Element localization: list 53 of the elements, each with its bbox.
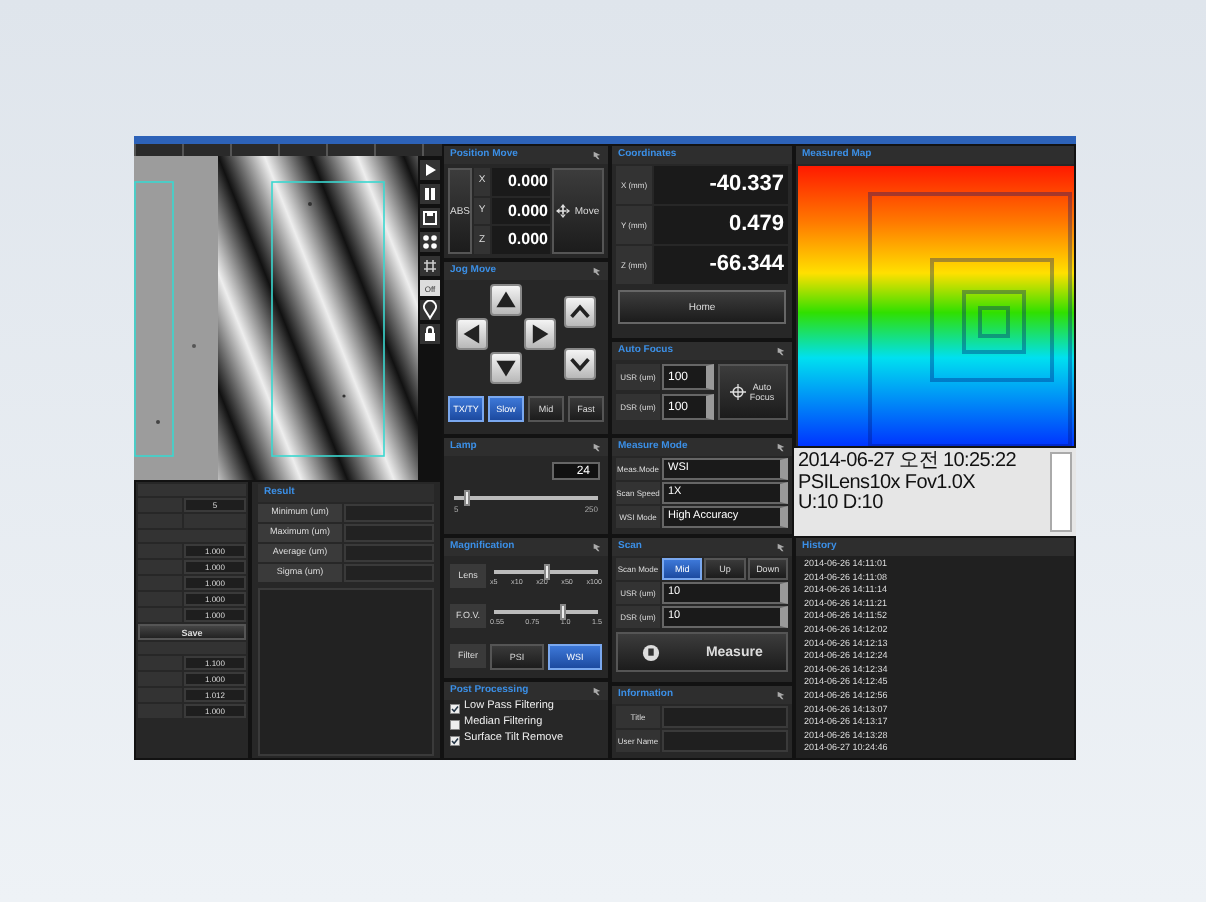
jog-right-button[interactable] (524, 318, 556, 350)
coordinate-value: -40.337 (654, 166, 788, 204)
pushpin-icon[interactable] (776, 346, 786, 356)
measurement-info-text: U:10 D:10 (798, 494, 885, 515)
measurement-info-text: 2014-06-27 오전 10:25:22 PSILens10x Fov1.0X (798, 452, 1019, 494)
measure-icon (641, 643, 660, 661)
pushpin-icon[interactable] (776, 542, 786, 552)
right-triangle-icon (528, 322, 552, 346)
coordinate-value: 0.479 (654, 206, 788, 244)
input-field[interactable] (662, 706, 788, 728)
result-value-field (344, 544, 434, 562)
up-triangle-icon (494, 288, 518, 312)
jog-down-button[interactable] (490, 352, 522, 384)
pushpin-icon[interactable] (592, 542, 602, 552)
grid-icon[interactable] (420, 256, 440, 276)
pushpin-icon[interactable] (592, 150, 602, 160)
position-value-field[interactable]: 0.000 (492, 197, 550, 225)
slider-thumb[interactable] (560, 604, 567, 621)
pushpin-icon[interactable] (776, 690, 786, 700)
checkbox[interactable] (450, 703, 460, 713)
position-value-field[interactable]: 0.000 (492, 226, 550, 255)
jog-left-button[interactable] (456, 318, 488, 350)
preview-thumbnail (1050, 452, 1072, 532)
pushpin-icon[interactable] (592, 442, 602, 452)
up-chevron-icon (568, 300, 592, 324)
location-pin-icon[interactable] (420, 300, 440, 320)
checkbox[interactable] (450, 735, 460, 745)
z-up-button[interactable] (564, 296, 596, 328)
lock-icon[interactable] (420, 324, 440, 344)
pushpin-icon[interactable] (776, 442, 786, 452)
down-triangle-icon (494, 356, 518, 380)
left-triangle-icon (460, 322, 484, 346)
result-value-field (344, 524, 434, 542)
result-value-field (344, 564, 434, 582)
four-dots-icon[interactable] (420, 232, 440, 252)
input-field[interactable] (662, 730, 788, 752)
play-icon[interactable] (420, 160, 440, 180)
save-icon[interactable] (420, 208, 440, 228)
magnification-slider[interactable] (494, 610, 598, 615)
move-cross-icon (556, 204, 571, 218)
slider-thumb[interactable] (463, 490, 470, 506)
coordinate-value: -66.344 (654, 246, 788, 284)
pause-icon[interactable] (420, 184, 440, 204)
slider-thumb[interactable] (543, 564, 549, 581)
jog-up-button[interactable] (490, 284, 522, 316)
down-chevron-icon (568, 352, 592, 376)
z-down-button[interactable] (564, 348, 596, 380)
checkbox[interactable] (450, 719, 460, 729)
magnification-slider[interactable] (494, 570, 598, 575)
position-value-field[interactable]: 0.000 (492, 168, 550, 196)
pushpin-icon[interactable] (592, 266, 602, 276)
crosshair-icon (730, 384, 746, 400)
pushpin-icon[interactable] (592, 686, 602, 696)
